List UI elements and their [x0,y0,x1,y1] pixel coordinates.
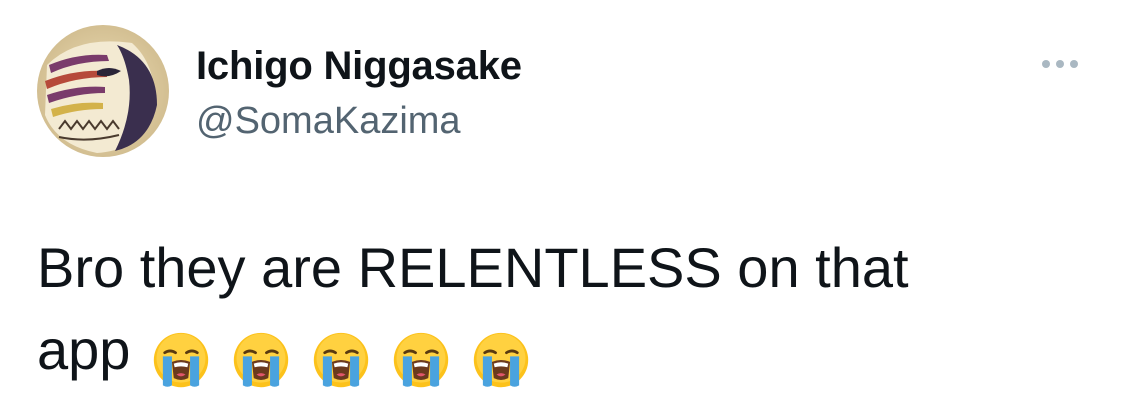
more-options-button[interactable] [1034,50,1086,78]
author-handle[interactable]: @SomaKazima [196,98,461,144]
author-display-name[interactable]: Ichigo Niggasake [196,42,522,90]
more-options-ellipsis-icon [1042,60,1078,68]
tweet-text-line-2-word: app [37,318,131,381]
loudly-crying-face-emoji-3 [312,331,370,389]
tweet-text-line-1: Bro they are RELENTLESS on that [37,236,909,299]
loudly-crying-face-emoji-5 [472,331,530,389]
loudly-crying-face-emoji-1 [152,331,210,389]
emoji-row [152,315,552,397]
tweet-text-line-2: app [37,309,1087,397]
user-avatar[interactable] [37,25,169,157]
tweet-text: Bro they are RELENTLESS on that app [37,227,1087,397]
loudly-crying-face-emoji-2 [232,331,290,389]
hollow-mask-avatar-icon [37,25,169,157]
tweet-card: Ichigo Niggasake @SomaKazima Bro they ar… [0,0,1125,411]
loudly-crying-face-emoji-4 [392,331,450,389]
